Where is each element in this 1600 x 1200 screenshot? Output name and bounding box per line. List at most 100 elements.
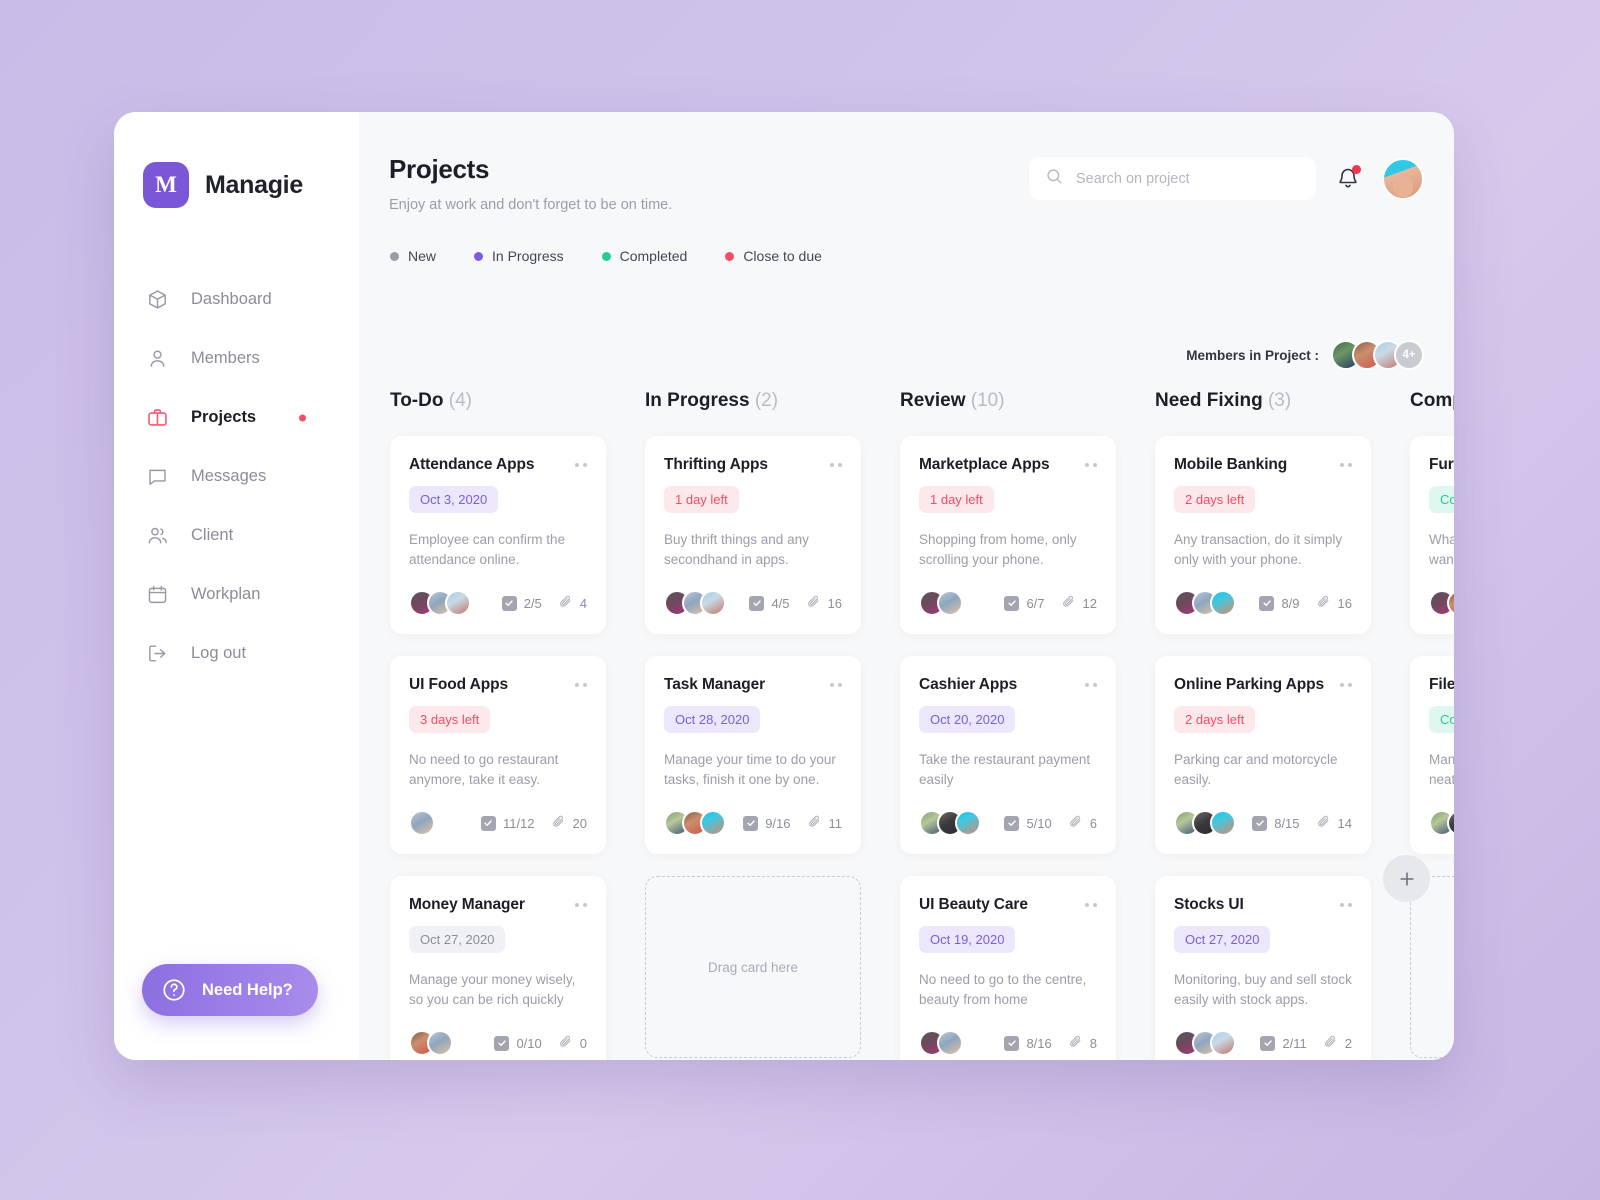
card-avatars [409,1030,453,1056]
card-stats: 9/16 11 [743,814,842,832]
checklist-icon [501,595,517,611]
column-count: (10) [970,390,1005,411]
card-task-count: 2/11 [1260,1035,1307,1051]
kanban-board: To-Do (4) Attendance Apps Oct 3, 2020 Emplo… [359,390,1454,1060]
project-card[interactable]: Cashier Apps Oct 20, 2020 Take the restaur… [900,656,1116,854]
sidebar-item-members[interactable]: Members [114,329,359,388]
sidebar-item-projects[interactable]: Projects [114,388,359,447]
card-menu-button[interactable] [1340,896,1352,907]
card-title: UI Beauty Care [919,896,1028,913]
legend-item-close-to-due[interactable]: Close to due [725,248,822,264]
card-menu-button[interactable] [1340,676,1352,687]
card-menu-button[interactable] [575,456,587,467]
task-count-label: 0/10 [516,1035,542,1051]
card-description: Shopping from home, only scrolling your … [919,532,1077,567]
card-file-count: 14 [1316,814,1352,832]
task-count-label: 8/15 [1274,815,1300,831]
users-icon [145,524,169,548]
checklist-icon [1259,595,1275,611]
project-card[interactable]: Stocks UI Oct 27, 2020 Monitoring, buy and… [1155,876,1371,1060]
notification-bell[interactable] [1336,164,1362,193]
card-member-avatar [1210,810,1236,836]
search-input[interactable] [1076,170,1300,187]
checklist-icon [1260,1035,1276,1051]
project-card[interactable]: Attendance Apps Oct 3, 2020 Employee can c… [390,436,606,634]
brand: M Managie [114,162,359,208]
card-description: No need to go restaurant anymore, take i… [409,752,559,787]
card-menu-button[interactable] [1085,456,1097,467]
paperclip-icon [1061,594,1076,612]
file-count-label: 16 [1337,595,1352,611]
add-card-button[interactable] [1383,855,1430,902]
project-card[interactable]: UI Food Apps 3 days left No need to go res… [390,656,606,854]
card-avatars [664,590,726,616]
card-menu-button[interactable] [830,456,842,467]
project-card[interactable]: Mobile Banking 2 days left Any transaction… [1155,436,1371,634]
legend-item-completed[interactable]: Completed [601,248,687,264]
card-footer: 2/11 2 [1174,1030,1352,1056]
card-status-badge: Oct 20, 2020 [919,706,1016,733]
sidebar-item-messages[interactable]: Messages [114,447,359,506]
card-menu-button[interactable] [1340,456,1352,467]
card-file-count: 16 [806,594,842,612]
paperclip-icon [1316,814,1331,832]
project-card[interactable]: Money Manager Oct 27, 2020 Manage your mon… [390,876,606,1060]
card-menu-button[interactable] [575,896,587,907]
card-avatars [919,1030,963,1056]
card-stats: 4/5 16 [749,594,842,612]
need-help-button[interactable]: Need Help? [142,964,318,1016]
sidebar-item-label: Workplan [191,585,261,603]
project-card[interactable]: Online Parking Apps 2 days left Parking ca… [1155,656,1371,854]
drag-card-dropzone[interactable]: Drag card here [1410,876,1454,1058]
card-title: Cashier Apps [919,676,1018,693]
drag-card-dropzone[interactable]: Drag card here [645,876,861,1058]
sidebar-item-client[interactable]: Client [114,506,359,565]
card-file-count: 2 [1323,1034,1352,1052]
member-overflow-count[interactable]: 4+ [1394,340,1424,370]
member-avatar-stack[interactable]: 4+ [1331,340,1424,370]
members-label: Members in Project : [1186,347,1319,363]
legend-item-in-progress[interactable]: In Progress [474,248,564,264]
search-box[interactable] [1029,157,1316,200]
project-card[interactable]: Furniture Apps Completed What kind of furn… [1410,436,1454,634]
checklist-icon [494,1035,510,1051]
card-header: Task Manager [664,676,842,694]
card-status-badge: 3 days left [409,706,491,733]
card-menu-button[interactable] [830,676,842,687]
sidebar-item-dashboard[interactable]: Dashboard [114,270,359,329]
card-header: Furniture Apps [1429,456,1454,474]
card-footer: 9/16 11 [664,810,842,836]
members-in-project: Members in Project : 4+ [1186,340,1424,370]
sidebar-item-workplan[interactable]: Workplan [114,565,359,624]
project-card[interactable]: Thrifting Apps 1 day left Buy thrift thing… [645,436,861,634]
task-count-label: 5/10 [1026,815,1052,831]
paperclip-icon [558,1034,573,1052]
brand-name: Managie [205,170,303,199]
avatar[interactable] [1382,157,1424,200]
legend-item-new[interactable]: New [390,248,436,264]
card-avatars [1174,810,1236,836]
sidebar-item-log-out[interactable]: Log out [114,624,359,683]
card-description: Manage your files to be more neat. [1429,752,1454,787]
card-stats: 2/5 4 [501,594,587,612]
card-menu-button[interactable] [575,676,587,687]
card-footer: 2/5 4 [409,590,587,616]
card-file-count: 0 [558,1034,587,1052]
card-member-avatar [937,590,963,616]
card-status-badge: 2 days left [1174,486,1256,513]
column-header: To-Do (4) [390,390,606,412]
project-card[interactable]: Marketplace Apps 1 day left Shopping from … [900,436,1116,634]
card-footer [1429,810,1454,836]
card-menu-button[interactable] [1085,896,1097,907]
project-card[interactable]: File Manager Completed Manage your files t… [1410,656,1454,854]
card-title: Thrifting Apps [664,456,768,473]
legend-dot [601,251,611,261]
card-member-avatar [700,810,726,836]
card-status-badge: Completed [1429,486,1454,513]
project-card[interactable]: Task Manager Oct 28, 2020 Manage your time… [645,656,861,854]
task-count-label: 9/16 [765,815,791,831]
card-menu-button[interactable] [1085,676,1097,687]
file-count-label: 8 [1089,1035,1097,1051]
project-card[interactable]: UI Beauty Care Oct 19, 2020 No need to go … [900,876,1116,1060]
card-header: Attendance Apps [409,456,587,474]
